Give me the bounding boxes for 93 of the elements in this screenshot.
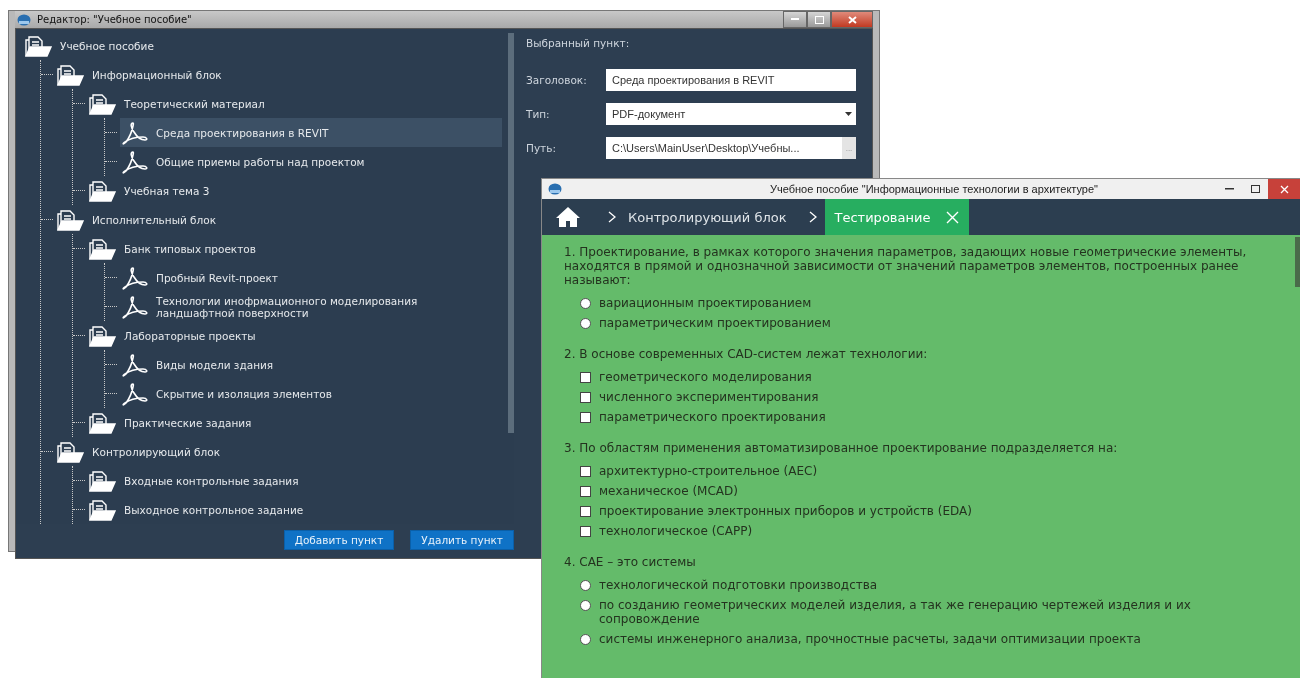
tree-item[interactable]: Практические задания bbox=[88, 408, 502, 437]
path-field[interactable]: C:\Users\MainUser\Desktop\Учебны... bbox=[606, 137, 842, 159]
tree-item[interactable]: Выходное контрольное задание bbox=[88, 495, 502, 524]
radio-button[interactable] bbox=[580, 600, 591, 611]
folder-documents-icon bbox=[88, 323, 116, 348]
chevron-right-icon bbox=[608, 211, 616, 223]
answer-option[interactable]: проектирование электронных приборов и устройств (EDA) bbox=[599, 504, 972, 518]
answer-option[interactable]: по созданию геометрических моделей изделия, а так же генерацию чертежей изделия и их сопровождение bbox=[599, 598, 1255, 626]
app-icon bbox=[548, 183, 562, 195]
folder-documents-icon bbox=[88, 236, 116, 261]
home-icon bbox=[555, 206, 581, 228]
pdf-icon bbox=[120, 352, 148, 377]
radio-button[interactable] bbox=[580, 318, 591, 329]
folder-documents-icon bbox=[88, 497, 116, 522]
minimize-icon bbox=[791, 18, 799, 21]
tree-item[interactable]: Учебная тема 3 bbox=[88, 176, 502, 205]
question-text: 2. В основе современных CAD-систем лежат технологии: bbox=[564, 347, 929, 361]
tree-item[interactable]: Среда проектирования в REVIT bbox=[120, 118, 502, 147]
action-button[interactable]: Добавить пункт bbox=[283, 530, 395, 550]
checkbox[interactable] bbox=[580, 486, 591, 497]
radio-button[interactable] bbox=[580, 580, 591, 591]
close-button[interactable] bbox=[831, 11, 873, 28]
checkbox[interactable] bbox=[580, 526, 591, 537]
checkbox[interactable] bbox=[580, 466, 591, 477]
tree-item[interactable]: Общие приемы работы над проектом bbox=[120, 147, 502, 176]
answer-option[interactable]: системы инженерного анализа, прочностные расчеты, задачи оптимизации проекта bbox=[599, 632, 1141, 646]
close-icon bbox=[1279, 184, 1289, 194]
folder-documents-icon bbox=[88, 410, 116, 435]
app-icon bbox=[17, 13, 31, 26]
answer-option[interactable]: механическое (MCAD) bbox=[599, 484, 738, 498]
answer-option[interactable]: численного экспериментирования bbox=[599, 390, 819, 404]
tree-item[interactable]: Учебное пособие bbox=[24, 31, 502, 60]
folder-documents-icon bbox=[88, 468, 116, 493]
maximize-button[interactable] bbox=[807, 11, 831, 28]
field-label: Тип: bbox=[526, 108, 551, 120]
checkbox[interactable] bbox=[580, 506, 591, 517]
tree-item[interactable]: Информационный блок bbox=[56, 60, 502, 89]
section-heading: Выбранный пункт: bbox=[526, 37, 631, 51]
type-dropdown[interactable]: PDF-документ bbox=[606, 103, 856, 125]
pdf-icon bbox=[120, 294, 148, 319]
scrollbar[interactable] bbox=[508, 33, 514, 433]
window-title: Редактор: "Учебное пособие" bbox=[37, 14, 192, 25]
radio-button[interactable] bbox=[580, 298, 591, 309]
dropdown-arrow-icon bbox=[845, 112, 852, 116]
pdf-icon bbox=[120, 265, 148, 290]
folder-documents-icon bbox=[56, 207, 84, 232]
title-field[interactable]: Среда проектирования в REVIT bbox=[606, 69, 856, 91]
pdf-icon bbox=[120, 120, 148, 145]
pdf-icon bbox=[120, 149, 148, 174]
close-button[interactable] bbox=[1268, 179, 1300, 199]
checkbox[interactable] bbox=[580, 372, 591, 383]
question-text: 1. Проектирование, в рамках которого значения параметров, задающих новые геометрические элементы, находятся в прямой и однозначной зависимости от значений параметров элементов, построенных ранее называют: bbox=[564, 245, 1248, 287]
breadcrumb-tab[interactable]: Контролирующий блок bbox=[628, 199, 787, 235]
folder-documents-icon bbox=[24, 33, 52, 58]
answer-option[interactable]: геометрического моделирования bbox=[599, 370, 812, 384]
question-text: 3. По областям применения автоматизированное проектирование подразделяется на: bbox=[564, 441, 1119, 455]
tree-item[interactable]: Технологии инофрмационного моделирования ландшафтной поверхности bbox=[120, 292, 502, 321]
folder-documents-icon bbox=[88, 91, 116, 116]
radio-button[interactable] bbox=[580, 634, 591, 645]
field-label: Заголовок: bbox=[526, 74, 588, 86]
folder-documents-icon bbox=[56, 62, 84, 87]
tree-item[interactable]: Входные контрольные задания bbox=[88, 466, 502, 495]
answer-option[interactable]: технологическое (CAPP) bbox=[599, 524, 753, 538]
window-title: Учебное пособие "Информационные технологии в архитектуре" bbox=[769, 183, 1099, 195]
question-text: 4. CAE – это системы bbox=[564, 555, 697, 569]
close-icon bbox=[847, 15, 857, 24]
tree-item[interactable]: Пробный Revit-проект bbox=[120, 263, 502, 292]
minimize-icon bbox=[1224, 188, 1234, 190]
answer-option[interactable]: вариационным проектированием bbox=[599, 296, 812, 310]
folder-documents-icon bbox=[88, 178, 116, 203]
close-icon[interactable] bbox=[946, 210, 960, 224]
maximize-icon bbox=[814, 15, 824, 24]
tree-item[interactable]: Теоретический материал bbox=[88, 89, 502, 118]
answer-option[interactable]: технологической подготовки производства bbox=[599, 578, 878, 592]
checkbox[interactable] bbox=[580, 412, 591, 423]
tree-item[interactable]: Исполнительный блок bbox=[56, 205, 502, 234]
answer-option[interactable]: параметрического проектирования bbox=[599, 410, 826, 424]
answer-option[interactable]: параметрическим проектированием bbox=[599, 316, 831, 330]
pdf-icon bbox=[120, 381, 148, 406]
tree-item[interactable]: Контролирующий блок bbox=[56, 437, 502, 466]
minimize-button[interactable] bbox=[783, 11, 807, 28]
tree-item[interactable]: Виды модели здания bbox=[120, 350, 502, 379]
maximize-icon bbox=[1250, 185, 1260, 193]
action-button[interactable]: Удалить пункт bbox=[410, 530, 514, 550]
answer-option[interactable]: архитектурно-строительное (AEC) bbox=[599, 464, 818, 478]
tree-item[interactable]: Лабораторные проекты bbox=[88, 321, 502, 350]
tree-item[interactable]: Банк типовых проектов bbox=[88, 234, 502, 263]
folder-documents-icon bbox=[56, 439, 84, 464]
checkbox[interactable] bbox=[580, 392, 591, 403]
field-label: Путь: bbox=[526, 142, 557, 154]
scrollbar[interactable] bbox=[1295, 237, 1300, 287]
tree-item[interactable]: Скрытие и изоляция элементов bbox=[120, 379, 502, 408]
chevron-right-icon bbox=[808, 211, 817, 223]
